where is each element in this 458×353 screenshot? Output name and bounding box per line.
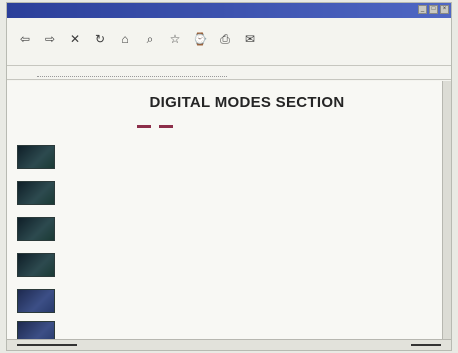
- back-button[interactable]: ⇦: [15, 31, 35, 47]
- status-bar: [7, 339, 451, 350]
- stop-icon: ✕: [69, 32, 81, 46]
- menu-bar: [7, 18, 451, 29]
- forward-arrow-icon: ⇨: [44, 32, 56, 46]
- page-content: DIGITAL MODES SECTION: [7, 81, 443, 345]
- close-button[interactable]: ×: [440, 5, 449, 14]
- page-title: DIGITAL MODES SECTION: [149, 94, 345, 111]
- search-button[interactable]: ⌕: [140, 31, 160, 47]
- forward-button[interactable]: ⇨: [40, 31, 60, 47]
- address-input[interactable]: [37, 69, 227, 77]
- history-icon: ⌚: [192, 32, 208, 46]
- favorites-button[interactable]: ☆: [165, 31, 185, 47]
- browser-window: _ □ × ⇦ ⇨ ✕ ↻ ⌂ ⌕ ☆ ⌚ ⎙ ✉ DIGITAL MODES …: [6, 2, 452, 351]
- maximize-button[interactable]: □: [429, 5, 438, 14]
- mail-icon: ✉: [244, 32, 256, 46]
- stop-button[interactable]: ✕: [65, 31, 85, 47]
- status-zone: [411, 344, 441, 346]
- home-icon: ⌂: [121, 32, 129, 46]
- thumbnail-image[interactable]: [17, 253, 55, 277]
- mail-button[interactable]: ✉: [240, 31, 260, 47]
- refresh-button[interactable]: ↻: [90, 31, 110, 47]
- toolbar: ⇦ ⇨ ✕ ↻ ⌂ ⌕ ☆ ⌚ ⎙ ✉: [7, 31, 451, 65]
- thumbnail-image[interactable]: [17, 181, 55, 205]
- subheading-rule-left: [137, 124, 151, 128]
- home-button[interactable]: ⌂: [115, 31, 135, 47]
- vertical-scrollbar[interactable]: [442, 81, 451, 340]
- print-icon: ⎙: [220, 32, 230, 46]
- thumbnail-image[interactable]: [17, 289, 55, 313]
- minimize-button[interactable]: _: [418, 5, 427, 14]
- title-bar: _ □ ×: [7, 3, 451, 18]
- back-arrow-icon: ⇦: [19, 32, 31, 46]
- subheading-rule-right: [159, 124, 173, 128]
- refresh-icon: ↻: [94, 32, 106, 46]
- favorites-icon: ☆: [169, 32, 181, 46]
- status-progress: [17, 344, 77, 346]
- address-bar: [7, 65, 451, 80]
- thumbnail-image[interactable]: [17, 217, 55, 241]
- print-button[interactable]: ⎙: [215, 31, 235, 47]
- window-controls: _ □ ×: [418, 5, 449, 14]
- history-button[interactable]: ⌚: [190, 31, 210, 47]
- subheading: [137, 122, 357, 130]
- search-icon: ⌕: [146, 32, 154, 46]
- thumbnail-image[interactable]: [17, 145, 55, 169]
